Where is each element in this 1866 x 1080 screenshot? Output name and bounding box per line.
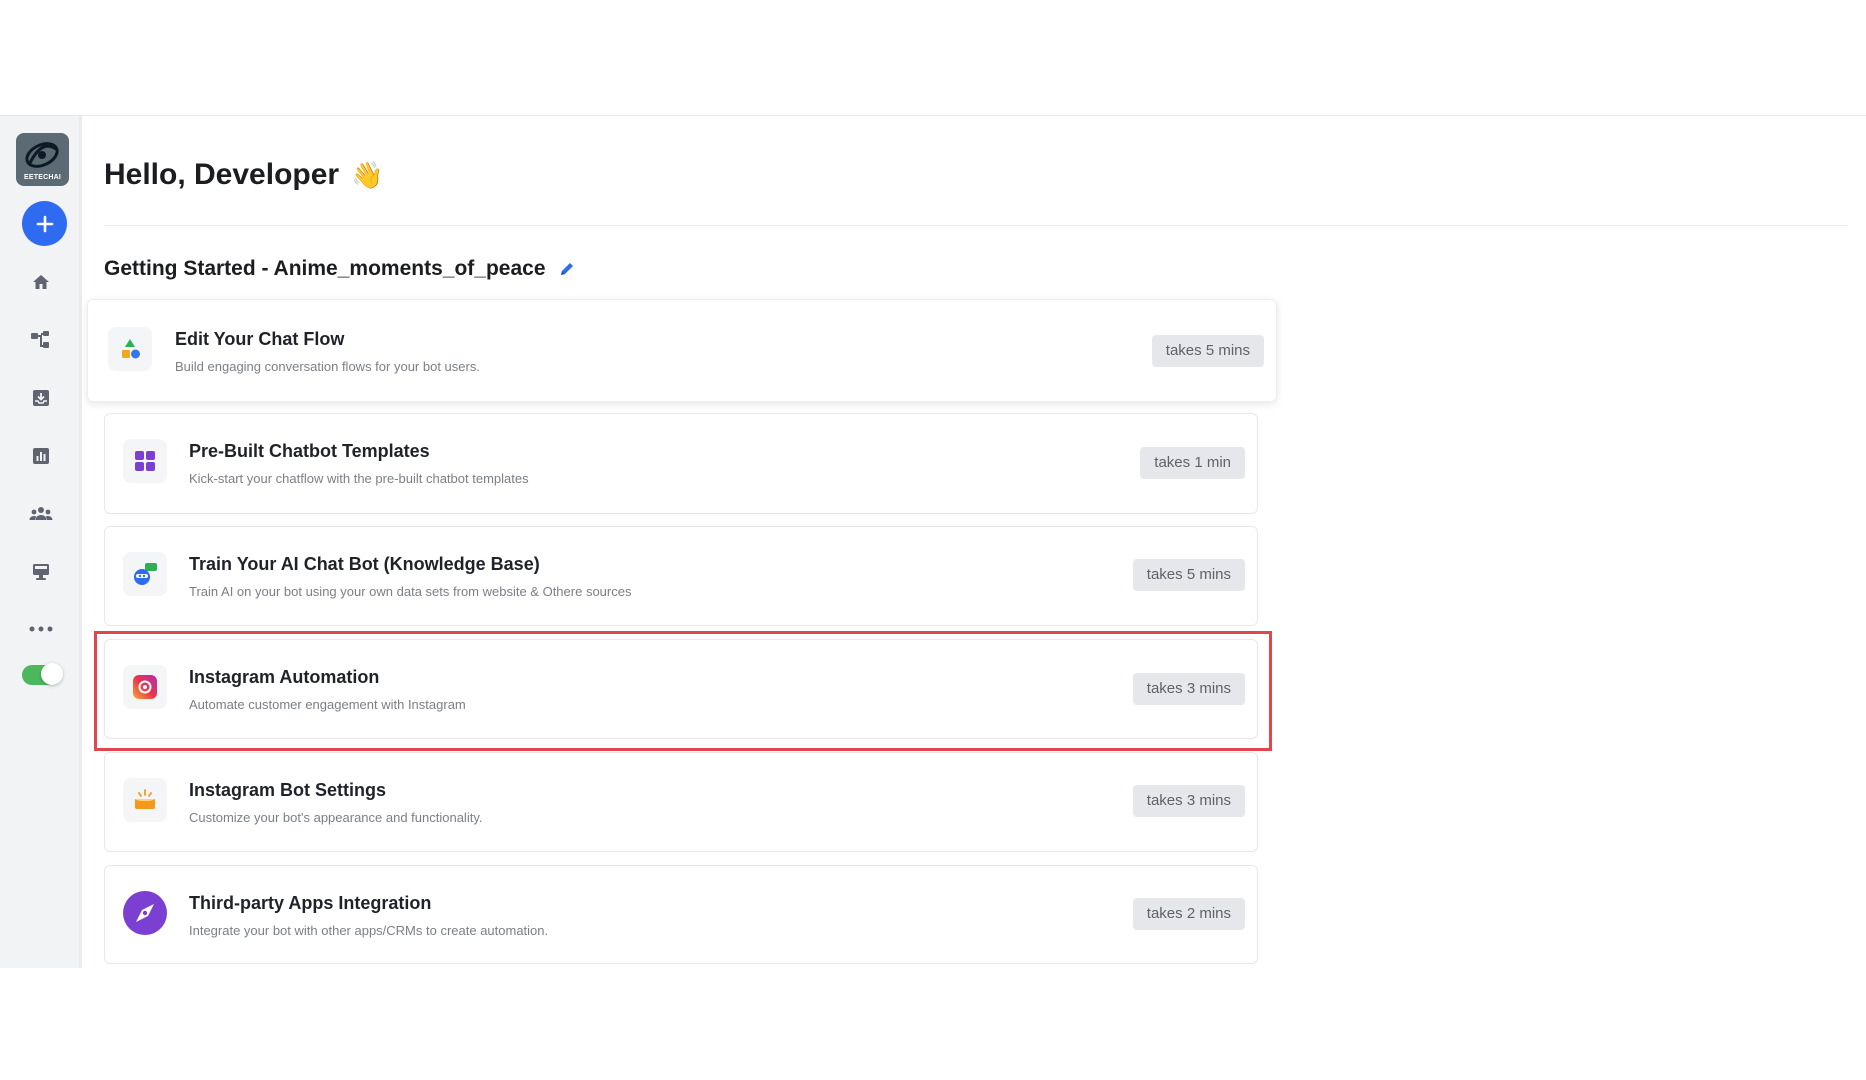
logo-text: EETECHAI [24, 174, 61, 181]
nav-users[interactable] [25, 498, 57, 530]
nav-analytics[interactable] [25, 440, 57, 472]
page-title: Hello, Developer 👋 [104, 158, 383, 192]
card-title: Third-party Apps Integration [189, 893, 432, 913]
card-icon-box [108, 327, 152, 371]
nav-flow[interactable] [25, 324, 57, 356]
card-train-ai-bot[interactable]: Train Your AI Chat Bot (Knowledge Base) … [104, 526, 1258, 626]
ai-bot-icon [134, 563, 157, 585]
card-third-party-integration[interactable]: Third-party Apps Integration Integrate y… [104, 865, 1258, 964]
card-edit-chat-flow[interactable]: Edit Your Chat Flow Build engaging conve… [87, 299, 1277, 402]
card-title: Instagram Automation [189, 667, 380, 687]
status-toggle[interactable] [22, 663, 63, 685]
add-button[interactable] [22, 201, 67, 246]
section-title-text: Getting Started - Anime_moments_of_peace [104, 257, 546, 280]
shapes-icon [122, 339, 140, 359]
time-badge: takes 1 min [1140, 447, 1245, 479]
home-icon [33, 275, 49, 289]
card-title: Train Your AI Chat Bot (Knowledge Base) [189, 554, 540, 574]
sparkle-box-icon [135, 789, 155, 809]
card-prebuilt-templates[interactable]: Pre-Built Chatbot Templates Kick-start y… [104, 413, 1258, 514]
card-icon-box [123, 891, 167, 935]
users-icon [29, 507, 53, 520]
compass-icon [123, 891, 167, 935]
app-frame: EETECHAI Hello, Developer 👋 Getting Star… [0, 115, 1866, 968]
sidebar: EETECHAI [0, 116, 82, 968]
flow-icon [31, 331, 49, 348]
card-description: Automate customer engagement with Instag… [189, 697, 466, 712]
analytics-icon [33, 448, 49, 464]
instagram-icon [133, 675, 157, 699]
main-content: Hello, Developer 👋 Getting Started - Ani… [82, 116, 1866, 968]
card-description: Train AI on your bot using your own data… [189, 584, 632, 599]
card-description: Kick-start your chatflow with the pre-bu… [189, 471, 529, 486]
time-badge: takes 5 mins [1151, 335, 1264, 367]
inbox-icon [33, 390, 49, 406]
time-badge: takes 3 mins [1132, 785, 1245, 817]
nav-inbox[interactable] [25, 382, 57, 414]
card-title: Pre-Built Chatbot Templates [189, 441, 430, 461]
time-badge: takes 5 mins [1132, 559, 1245, 591]
greeting-text: Hello, Developer [104, 158, 340, 191]
brand-logo[interactable]: EETECHAI [16, 133, 69, 186]
plus-icon [36, 215, 53, 232]
more-icon [29, 626, 53, 632]
section-title: Getting Started - Anime_moments_of_peace [104, 257, 576, 281]
card-icon-box [123, 665, 167, 709]
card-instagram-bot-settings[interactable]: Instagram Bot Settings Customize your bo… [104, 752, 1258, 852]
card-description: Build engaging conversation flows for yo… [175, 359, 480, 374]
nav-more[interactable] [25, 613, 57, 645]
toggle-knob [41, 663, 63, 685]
card-instagram-automation[interactable]: Instagram Automation Automate customer e… [104, 639, 1258, 739]
pencil-icon [560, 263, 573, 275]
card-icon-box [123, 439, 167, 483]
grid-icon [135, 451, 155, 471]
card-icon-box [123, 552, 167, 596]
card-title: Edit Your Chat Flow [175, 329, 345, 349]
time-badge: takes 2 mins [1132, 898, 1245, 930]
nav-monitor[interactable] [25, 556, 57, 588]
time-badge: takes 3 mins [1132, 673, 1245, 705]
monitor-icon [33, 564, 49, 580]
edit-button[interactable] [558, 260, 576, 278]
divider [104, 225, 1848, 226]
waving-hand-emoji: 👋 [351, 159, 384, 190]
nav-home[interactable] [25, 266, 57, 298]
card-description: Customize your bot's appearance and func… [189, 810, 483, 825]
card-icon-box [123, 778, 167, 822]
card-title: Instagram Bot Settings [189, 780, 387, 800]
card-description: Integrate your bot with other apps/CRMs … [189, 923, 549, 938]
